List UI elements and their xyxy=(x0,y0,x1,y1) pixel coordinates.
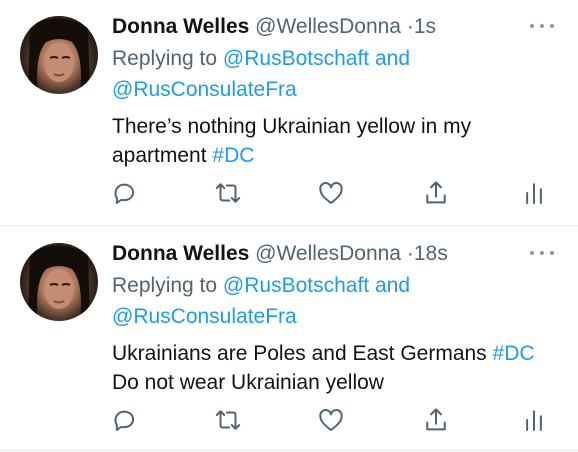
display-name[interactable]: Donna Welles xyxy=(112,242,249,265)
more-icon[interactable] xyxy=(529,16,555,36)
replying-prefix: Replying to xyxy=(112,274,218,297)
timestamp[interactable]: 18s xyxy=(414,242,448,265)
retweet-icon[interactable] xyxy=(213,405,243,435)
like-icon[interactable] xyxy=(316,178,346,208)
action-bar xyxy=(0,405,578,435)
more-icon[interactable] xyxy=(529,243,555,263)
separator-dot: · xyxy=(406,242,414,265)
user-handle[interactable]: @WellesDonna xyxy=(255,242,401,265)
mention-link[interactable]: @RusConsulateFra xyxy=(112,305,297,328)
replying-to: Replying to @RusBotschaft and @RusConsul… xyxy=(112,43,410,105)
mention-link[interactable]: @RusBotschaft xyxy=(223,47,369,70)
replying-to: Replying to @RusBotschaft and @RusConsul… xyxy=(112,270,410,332)
tweet-header: Donna Welles @WellesDonna ·18s xyxy=(112,240,448,268)
divider xyxy=(0,450,578,451)
share-icon[interactable] xyxy=(421,405,451,435)
tweet-text-line: apartment xyxy=(112,144,207,167)
tweet[interactable]: Donna Welles @WellesDonna ·1s Replying t… xyxy=(0,0,578,225)
reply-and[interactable]: and xyxy=(375,47,410,70)
mention-link[interactable]: @RusBotschaft xyxy=(223,274,369,297)
hashtag-link[interactable]: #DC xyxy=(493,342,535,365)
reply-icon[interactable] xyxy=(110,405,140,435)
user-handle[interactable]: @WellesDonna xyxy=(255,15,401,38)
analytics-icon[interactable] xyxy=(519,178,549,208)
tweet-text-line: There’s nothing Ukrainian yellow in my xyxy=(112,115,472,138)
like-icon[interactable] xyxy=(316,405,346,435)
display-name[interactable]: Donna Welles xyxy=(112,15,249,38)
separator-dot: · xyxy=(406,15,414,38)
retweet-icon[interactable] xyxy=(213,178,243,208)
tweet-text: Ukrainians are Poles and East Germans #D… xyxy=(112,339,535,397)
timestamp[interactable]: 1s xyxy=(414,15,436,38)
analytics-icon[interactable] xyxy=(519,405,549,435)
hashtag-link[interactable]: #DC xyxy=(212,144,254,167)
replying-prefix: Replying to xyxy=(112,47,218,70)
divider xyxy=(0,225,578,226)
share-icon[interactable] xyxy=(421,178,451,208)
action-bar xyxy=(0,178,578,208)
tweet-text-line: Ukrainians are Poles and East Germans xyxy=(112,342,487,365)
tweet-text-line: Do not wear Ukrainian yellow xyxy=(112,371,384,394)
avatar[interactable] xyxy=(20,16,98,94)
tweet[interactable]: Donna Welles @WellesDonna ·18s Replying … xyxy=(0,227,578,452)
tweet-text: There’s nothing Ukrainian yellow in my a… xyxy=(112,112,471,170)
avatar[interactable] xyxy=(20,243,98,321)
reply-and[interactable]: and xyxy=(375,274,410,297)
tweet-header: Donna Welles @WellesDonna ·1s xyxy=(112,13,436,41)
mention-link[interactable]: @RusConsulateFra xyxy=(112,78,297,101)
reply-icon[interactable] xyxy=(110,178,140,208)
